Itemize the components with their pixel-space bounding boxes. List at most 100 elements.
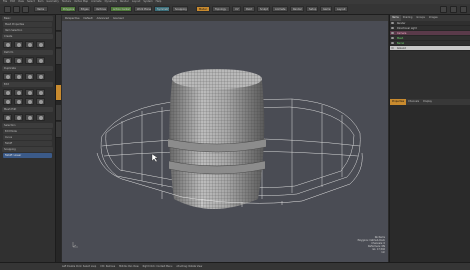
symmetry-button[interactable]: Symmetry [154, 6, 170, 12]
settings-icon[interactable] [450, 6, 457, 13]
layout-tab-render[interactable]: Render [290, 6, 304, 12]
mode-vertices-button[interactable]: Vertices [93, 6, 108, 12]
snapping-button[interactable]: Snapping [172, 6, 188, 12]
section-header[interactable]: Snapping [2, 147, 53, 152]
tool-grid [0, 113, 55, 122]
panel-row[interactable]: Falloff [3, 141, 52, 146]
viewport-info: No Items Polygons: Catmull-Clark Channel… [358, 236, 385, 254]
cube-tool-icon[interactable] [3, 41, 12, 48]
vtab-model-active[interactable] [56, 85, 61, 101]
layout-tab-setup[interactable]: Setup [306, 6, 318, 12]
main-toolbar: Items Polygons Edges Vertices Action Cen… [0, 4, 470, 15]
spin-tool-icon[interactable] [25, 114, 34, 121]
panel-row[interactable]: Mesh Properties [3, 22, 52, 27]
bridge-tool-icon[interactable] [36, 89, 45, 96]
panel-row[interactable]: Item Selection [3, 28, 52, 33]
item-list-panel: Items Shading Groups Images Render Direc… [389, 15, 470, 262]
slide-tool-icon[interactable] [36, 98, 45, 105]
mode-polygons-button[interactable]: Polygons [60, 6, 76, 12]
taper-tool-icon[interactable] [25, 57, 34, 64]
save-icon[interactable] [22, 6, 29, 13]
radial-array-tool-icon[interactable] [36, 73, 45, 80]
push-tool-icon[interactable] [25, 98, 34, 105]
bevel-tool-icon[interactable] [3, 89, 12, 96]
3d-viewport[interactable]: Perspective Default Advanced Gouraud No … [62, 15, 388, 262]
barrel-mesh[interactable] [167, 69, 267, 209]
collapse-tool-icon[interactable] [36, 114, 45, 121]
vtab-polygon[interactable] [56, 49, 61, 65]
tool-grid [0, 56, 55, 65]
status-bar: Left Double Click: Select Loop Ctrl: Rem… [0, 262, 470, 270]
bend-tool-icon[interactable] [3, 57, 12, 64]
eye-icon[interactable] [390, 21, 395, 25]
section-header[interactable]: Deform [2, 50, 53, 55]
help-icon[interactable] [460, 6, 467, 13]
layout-tab-uv[interactable]: UV [232, 6, 241, 12]
extrude-tool-icon[interactable] [14, 89, 23, 96]
vtab-deform[interactable] [56, 105, 61, 121]
panel-row[interactable]: Edit Mode [3, 129, 52, 134]
search-icon[interactable] [440, 6, 447, 13]
tab-images[interactable]: Images [427, 15, 440, 21]
axis-gizmo-icon [72, 242, 78, 248]
tool-grid [0, 72, 55, 81]
clone-tool-icon[interactable] [3, 73, 12, 80]
layout-tab-paint[interactable]: Paint [243, 6, 255, 12]
eye-icon[interactable] [390, 46, 395, 50]
vtab-basic[interactable] [56, 15, 61, 31]
section-header[interactable]: Edit [2, 82, 53, 87]
split-tool-icon[interactable] [14, 114, 23, 121]
work-plane-button[interactable]: Work Plane [134, 6, 152, 12]
layout-tab-model[interactable]: Model [196, 6, 210, 12]
shear-tool-icon[interactable] [36, 57, 45, 64]
viewport-tab[interactable]: Gouraud [113, 17, 124, 20]
item-row-selected[interactable]: Ground [390, 46, 470, 51]
cone-tool-icon[interactable] [36, 41, 45, 48]
section-header[interactable]: Create [2, 34, 53, 39]
viewport-tab[interactable]: Default [83, 17, 92, 20]
mirror-tool-icon[interactable] [14, 73, 23, 80]
eye-icon[interactable] [390, 36, 395, 40]
properties-body [390, 105, 470, 262]
status-hint: Ctrl: Remove [100, 265, 116, 268]
viewport-tab[interactable]: Perspective [65, 17, 79, 20]
mode-items-button[interactable]: Items [34, 6, 48, 12]
layout-tab-topology[interactable]: Topology [212, 6, 230, 12]
vtab-paint[interactable] [56, 122, 61, 138]
open-icon[interactable] [13, 6, 20, 13]
viewport-scene[interactable] [62, 21, 388, 262]
layout-tab-animate[interactable]: Animate [272, 6, 288, 12]
tab-shading[interactable]: Shading [401, 15, 415, 21]
tab-groups[interactable]: Groups [414, 15, 427, 21]
merge-tool-icon[interactable] [3, 114, 12, 121]
mode-edges-button[interactable]: Edges [78, 6, 91, 12]
action-center-button[interactable]: Action Center [110, 6, 132, 12]
eye-icon[interactable] [390, 41, 395, 45]
thicken-tool-icon[interactable] [3, 98, 12, 105]
twist-tool-icon[interactable] [14, 57, 23, 64]
cylinder-tool-icon[interactable] [25, 41, 34, 48]
sphere-tool-icon[interactable] [14, 41, 23, 48]
layout-tab-game[interactable]: Game [320, 6, 332, 12]
eye-icon[interactable] [390, 26, 395, 30]
mouse-cursor-icon [151, 153, 159, 163]
layout-tab-sculpt[interactable]: Sculpt [257, 6, 270, 12]
tool-grid [0, 40, 55, 49]
panel-row[interactable]: Curve [3, 135, 52, 140]
viewport-tab[interactable]: Advanced [97, 17, 109, 20]
layout-tab-layout[interactable]: Layout [334, 6, 348, 12]
array-tool-icon[interactable] [25, 73, 34, 80]
section-header[interactable]: Basic [2, 16, 53, 21]
loop-slice-tool-icon[interactable] [25, 89, 34, 96]
vertical-tab-strip [56, 15, 61, 262]
eye-icon[interactable] [390, 31, 395, 35]
section-header[interactable]: Mesh Edit [2, 107, 53, 112]
section-header[interactable]: Selection [2, 123, 53, 128]
tool-panel: Basic Mesh Properties Item Selection Cre… [0, 15, 56, 262]
vtab-tools[interactable] [56, 32, 61, 48]
section-header[interactable]: Duplicate [2, 66, 53, 71]
smooth-tool-icon[interactable] [14, 98, 23, 105]
new-scene-icon[interactable] [4, 6, 11, 13]
active-falloff-row[interactable]: Falloff: Linear [3, 153, 52, 158]
status-hint: Left Double Click: Select Loop [62, 265, 97, 268]
